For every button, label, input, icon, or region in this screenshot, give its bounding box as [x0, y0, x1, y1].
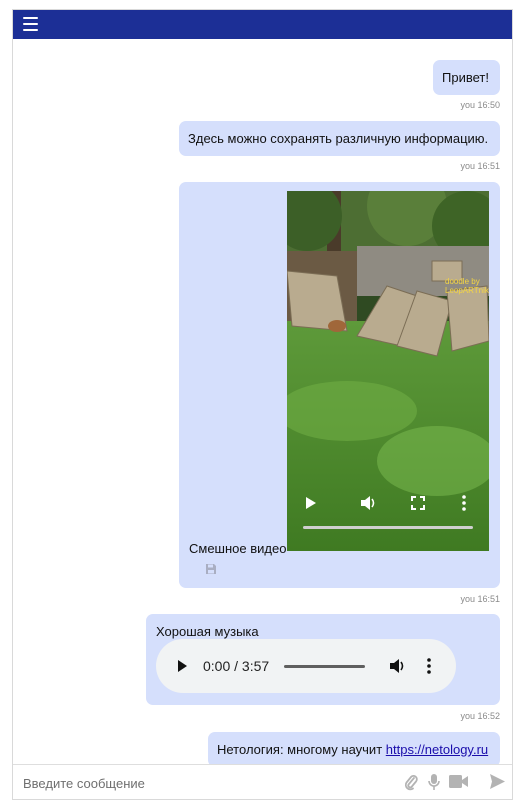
message-link[interactable]: https://netology.ru	[386, 742, 488, 757]
message-text: Нетология: многому научит https://netolo…	[217, 742, 488, 757]
message-input[interactable]	[21, 771, 385, 795]
message-text: Здесь можно сохранять различную информац…	[188, 131, 489, 146]
message-time: 16:51	[477, 594, 500, 604]
fullscreen-icon[interactable]	[411, 496, 425, 510]
hamburger-menu-icon[interactable]	[23, 17, 38, 31]
message-meta: you 16:51	[460, 161, 500, 171]
message-author: you	[460, 594, 475, 604]
message-meta: you 16:50	[460, 100, 500, 110]
message-bubble: Здесь можно сохранять различную информац…	[179, 121, 500, 156]
more-vertical-icon[interactable]	[427, 658, 431, 674]
video-caption: Смешное видео	[189, 541, 287, 556]
floppy-disk-icon[interactable]	[205, 563, 217, 575]
message-meta: you 16:51	[460, 594, 500, 604]
message-text: Хорошая музыка	[156, 624, 259, 639]
video-frame	[287, 191, 489, 551]
message-author: you	[460, 100, 475, 110]
message-meta: you 16:52	[460, 711, 500, 721]
message-time: 16:50	[477, 100, 500, 110]
audio-player[interactable]: 0:00 / 3:57	[156, 639, 456, 693]
message-bubble: Привет!	[433, 60, 500, 95]
message-bubble-audio: Хорошая музыка 0:00 / 3:57	[146, 614, 500, 705]
top-bar	[13, 10, 512, 39]
video-camera-icon[interactable]	[449, 775, 468, 788]
message-time: 16:51	[477, 161, 500, 171]
video-player[interactable]: doodle by LeopARTnik	[287, 191, 489, 551]
paperclip-icon[interactable]	[404, 774, 418, 791]
audio-progress-bar[interactable]	[284, 665, 365, 668]
send-arrow-icon[interactable]	[489, 773, 506, 790]
message-time: 16:52	[477, 711, 500, 721]
audio-time: 0:00 / 3:57	[203, 658, 270, 674]
video-progress-bar[interactable]	[303, 526, 473, 529]
volume-icon[interactable]	[389, 658, 406, 674]
message-text-body: Нетология: многому научит	[217, 742, 386, 757]
video-watermark: doodle by LeopARTnik	[445, 277, 489, 295]
message-author: you	[460, 161, 475, 171]
message-composer	[13, 764, 512, 799]
message-text: Привет!	[442, 70, 489, 85]
chat-app: Привет! you 16:50 Здесь можно сохранять …	[12, 9, 513, 800]
message-author: you	[460, 711, 475, 721]
message-bubble-video: doodle by LeopARTnik Смешное видео	[179, 182, 500, 588]
microphone-icon[interactable]	[428, 773, 440, 791]
play-icon[interactable]	[305, 496, 317, 510]
more-vertical-icon[interactable]	[462, 495, 466, 511]
play-icon[interactable]	[177, 659, 188, 673]
volume-icon[interactable]	[360, 495, 377, 511]
message-bubble: Нетология: многому научит https://netolo…	[208, 732, 500, 767]
